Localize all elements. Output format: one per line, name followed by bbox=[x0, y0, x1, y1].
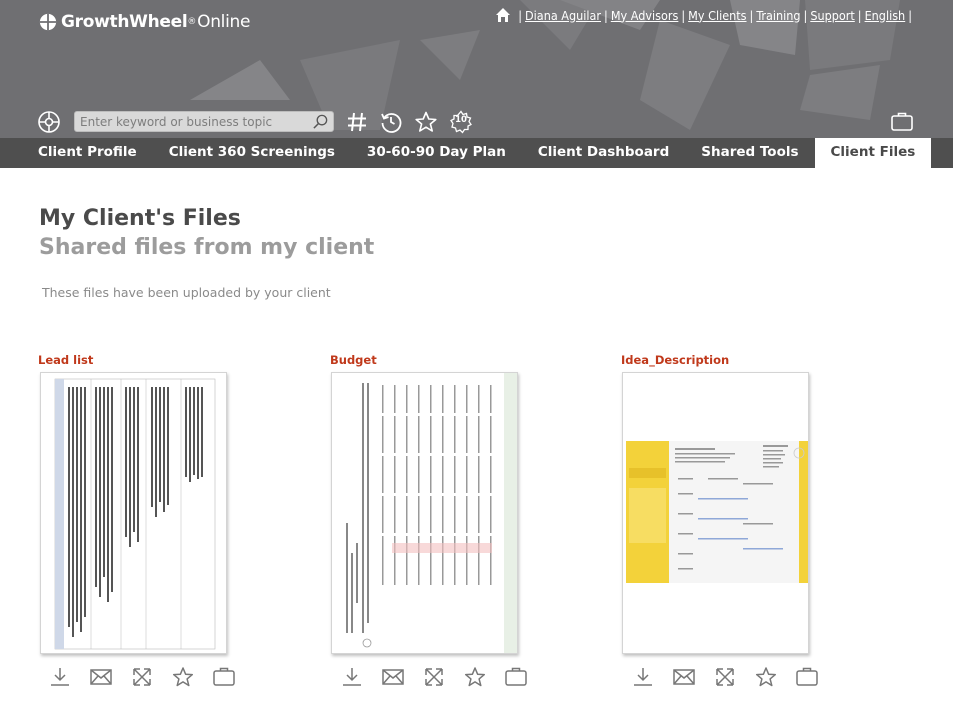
file-card: Idea_Description bbox=[621, 353, 821, 687]
file-actions bbox=[48, 665, 253, 689]
separator: | bbox=[857, 7, 862, 23]
tab-client-dashboard[interactable]: Client Dashboard bbox=[522, 138, 685, 168]
file-actions bbox=[631, 665, 836, 689]
history-icon[interactable] bbox=[379, 110, 403, 134]
page-description: These files have been uploaded by your c… bbox=[42, 285, 331, 300]
brand-suffix: Online bbox=[197, 12, 251, 32]
wheel-menu-icon[interactable] bbox=[37, 110, 61, 134]
expand-icon[interactable] bbox=[130, 665, 154, 689]
wheel-logo-icon bbox=[39, 13, 57, 31]
link-support[interactable]: Support bbox=[810, 8, 854, 23]
tab-shared-tools[interactable]: Shared Tools bbox=[685, 138, 814, 168]
file-thumbnail-lead-list[interactable] bbox=[40, 372, 227, 654]
link-my-clients[interactable]: My Clients bbox=[688, 8, 746, 23]
file-name[interactable]: Idea_Description bbox=[621, 353, 821, 369]
main-content: My Client's Files Shared files from my c… bbox=[0, 168, 953, 721]
separator: | bbox=[908, 7, 912, 23]
email-icon[interactable] bbox=[381, 665, 405, 689]
link-training[interactable]: Training bbox=[756, 8, 800, 23]
top-links: | Diana Aguilar | My Advisors | My Clien… bbox=[495, 7, 915, 23]
star-icon[interactable] bbox=[171, 665, 195, 689]
file-name[interactable]: Lead list bbox=[38, 353, 238, 369]
page-subtitle: Shared files from my client bbox=[39, 235, 375, 260]
separator: | bbox=[803, 7, 808, 23]
header: GrowthWheel ® Online | Diana Aguilar | My … bbox=[0, 0, 953, 138]
download-icon[interactable] bbox=[340, 665, 364, 689]
email-icon[interactable] bbox=[672, 665, 696, 689]
top-ten-badge[interactable]: 10 bbox=[449, 110, 473, 134]
briefcase-icon[interactable] bbox=[890, 110, 914, 134]
separator: | bbox=[518, 7, 523, 23]
search-input[interactable] bbox=[75, 112, 307, 131]
separator: | bbox=[681, 7, 686, 23]
separator: | bbox=[749, 7, 754, 23]
file-card: Lead list bbox=[38, 353, 238, 687]
briefcase-icon[interactable] bbox=[212, 665, 236, 689]
hashtag-icon[interactable] bbox=[345, 110, 369, 134]
email-icon[interactable] bbox=[89, 665, 113, 689]
growthwheel-logo[interactable]: GrowthWheel ® Online bbox=[39, 12, 250, 32]
spreadsheet-preview bbox=[54, 378, 216, 650]
favorites-star-icon[interactable] bbox=[414, 110, 438, 134]
file-name[interactable]: Budget bbox=[330, 353, 530, 369]
briefcase-icon[interactable] bbox=[795, 665, 819, 689]
download-icon[interactable] bbox=[48, 665, 72, 689]
file-thumbnail-budget[interactable] bbox=[331, 372, 518, 654]
brand-name: GrowthWheel bbox=[61, 12, 188, 32]
top-ten-badge-label: 10 bbox=[455, 115, 467, 125]
link-user-name[interactable]: Diana Aguilar bbox=[525, 8, 601, 23]
tab-30-60-90-day-plan[interactable]: 30-60-90 Day Plan bbox=[351, 138, 522, 168]
file-card: Budget bbox=[330, 353, 530, 687]
link-language[interactable]: English bbox=[865, 8, 906, 23]
file-actions bbox=[340, 665, 545, 689]
search-icon[interactable] bbox=[312, 113, 329, 130]
budget-preview bbox=[332, 373, 517, 653]
expand-icon[interactable] bbox=[713, 665, 737, 689]
tab-client-files[interactable]: Client Files bbox=[814, 138, 932, 168]
toolbar: 10 bbox=[0, 108, 953, 136]
star-icon[interactable] bbox=[463, 665, 487, 689]
page-title: My Client's Files bbox=[39, 206, 241, 231]
tab-client-profile[interactable]: Client Profile bbox=[0, 138, 153, 168]
separator: | bbox=[604, 7, 608, 23]
tab-client-360-screenings[interactable]: Client 360 Screenings bbox=[153, 138, 351, 168]
file-thumbnail-idea-description[interactable] bbox=[622, 372, 809, 654]
expand-icon[interactable] bbox=[422, 665, 446, 689]
home-icon[interactable] bbox=[495, 7, 511, 23]
download-icon[interactable] bbox=[631, 665, 655, 689]
link-my-advisors[interactable]: My Advisors bbox=[611, 8, 679, 23]
main-nav: Client Profile Client 360 Screenings 30-… bbox=[0, 138, 953, 168]
idea-preview bbox=[623, 373, 808, 653]
briefcase-icon[interactable] bbox=[504, 665, 528, 689]
registered-mark: ® bbox=[187, 17, 197, 27]
search-box bbox=[74, 111, 334, 132]
star-icon[interactable] bbox=[754, 665, 778, 689]
